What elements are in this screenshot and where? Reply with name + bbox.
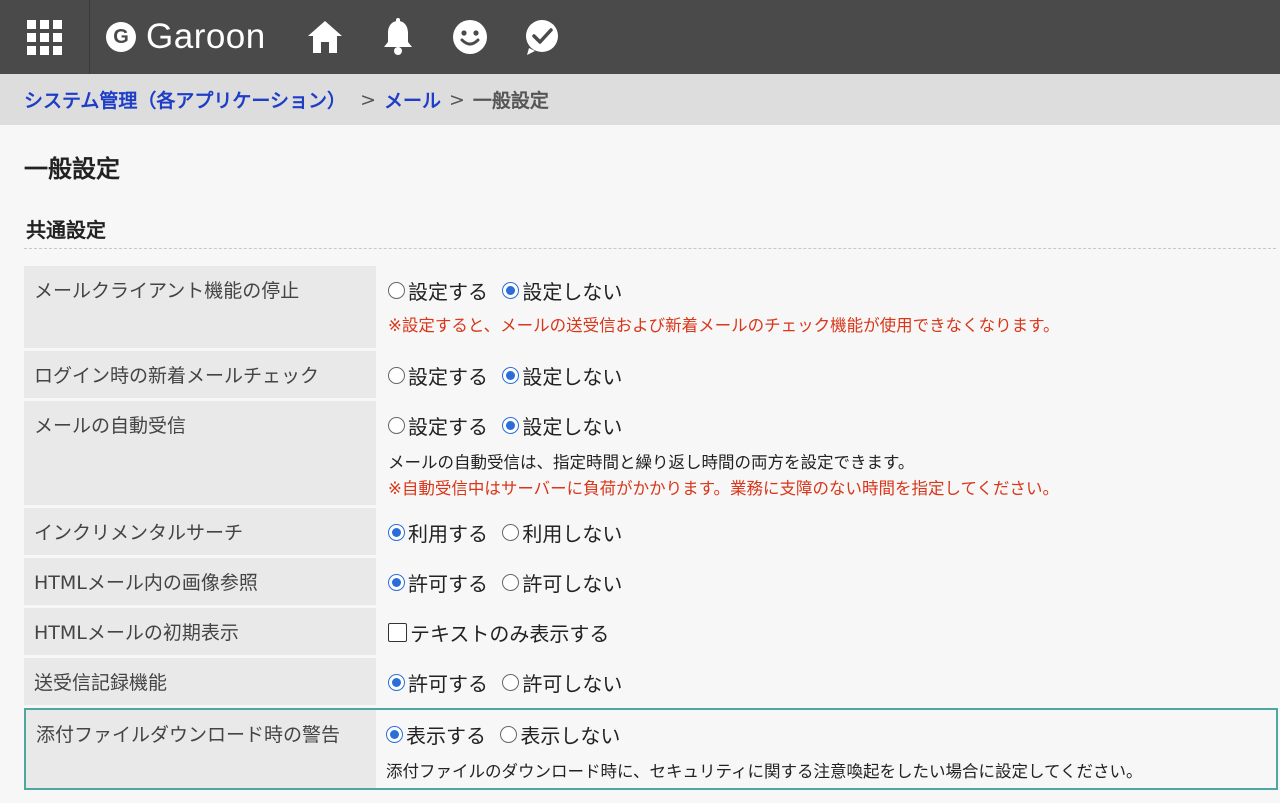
- setting-row-login-check: ログイン時の新着メールチェック 設定する 設定しない: [24, 351, 1278, 398]
- radio-button[interactable]: [502, 282, 520, 299]
- breadcrumb-current: 一般設定: [472, 90, 549, 112]
- radio-option-enable[interactable]: 設定する: [388, 361, 488, 390]
- setting-value: 利用する 利用しない: [376, 508, 1278, 555]
- warning-note: ※自動受信中はサーバーに負荷がかかります。業務に支障のない時間を指定してください…: [388, 479, 1060, 498]
- setting-label: 添付ファイルダウンロード時の警告: [26, 710, 376, 788]
- setting-label: HTMLメール内の画像参照: [24, 558, 376, 605]
- top-bar: G Garoon: [0, 0, 1280, 74]
- breadcrumb-separator: >: [449, 88, 465, 111]
- radio-button[interactable]: [502, 674, 520, 691]
- setting-label: 送受信記録機能: [24, 658, 376, 705]
- radio-option-deny[interactable]: 許可しない: [502, 568, 622, 597]
- radio-button[interactable]: [502, 417, 520, 434]
- radio-option-enable[interactable]: 設定する: [388, 411, 488, 440]
- breadcrumb-link-system-admin[interactable]: システム管理（各アプリケーション）: [24, 86, 346, 113]
- breadcrumb-separator: >: [360, 88, 376, 111]
- text-only-checkbox-option[interactable]: テキストのみ表示する: [388, 618, 609, 647]
- checkbox[interactable]: [388, 623, 407, 642]
- setting-row-incremental-search: インクリメンタルサーチ 利用する 利用しない: [24, 508, 1278, 555]
- radio-option-allow[interactable]: 許可する: [388, 668, 488, 697]
- setting-row-html-images: HTMLメール内の画像参照 許可する 許可しない: [24, 558, 1278, 605]
- section-divider: [24, 248, 1276, 249]
- radio-button[interactable]: [500, 726, 518, 743]
- radio-label: 許可する: [408, 672, 488, 696]
- settings-table: メールクライアント機能の停止 設定する 設定しない ※設定すると、メールの送受信…: [24, 266, 1278, 793]
- radio-label: 設定しない: [522, 280, 623, 304]
- radio-button[interactable]: [502, 367, 520, 384]
- radio-option-enable[interactable]: 設定する: [388, 276, 488, 305]
- radio-button[interactable]: [388, 524, 405, 541]
- logo-text: Garoon: [146, 17, 266, 56]
- setting-value: 許可する 許可しない: [376, 558, 1278, 605]
- radio-label: 設定する: [408, 365, 488, 389]
- help-note: メールの自動受信は、指定時間と繰り返し時間の両方を設定できます。: [388, 453, 915, 472]
- setting-row-client-stop: メールクライアント機能の停止 設定する 設定しない ※設定すると、メールの送受信…: [24, 266, 1278, 348]
- radio-option-deny[interactable]: 許可しない: [502, 668, 622, 697]
- radio-button[interactable]: [388, 674, 405, 691]
- setting-label: メールクライアント機能の停止: [24, 266, 376, 348]
- warning-note: ※設定すると、メールの送受信および新着メールのチェック機能が使用できなくなります…: [388, 316, 1060, 335]
- radio-label: 設定する: [408, 280, 488, 304]
- radio-label: 許可しない: [522, 672, 623, 696]
- setting-label: HTMLメールの初期表示: [24, 608, 376, 655]
- radio-button[interactable]: [502, 574, 520, 591]
- help-note: 添付ファイルのダウンロード時に、セキュリティに関する注意喚起をしたい場合に設定し…: [386, 762, 1143, 781]
- garoon-logo[interactable]: G Garoon: [106, 17, 266, 56]
- breadcrumb: システム管理（各アプリケーション） > メール > 一般設定: [0, 74, 1280, 125]
- radio-option-allow[interactable]: 許可する: [388, 568, 488, 597]
- radio-label: 表示しない: [520, 724, 621, 748]
- setting-value: テキストのみ表示する: [376, 608, 1278, 655]
- setting-value: 設定する 設定しない メールの自動受信は、指定時間と繰り返し時間の両方を設定でき…: [376, 401, 1278, 505]
- page-title: 一般設定: [24, 155, 120, 183]
- check-bubble-icon[interactable]: [522, 17, 562, 57]
- radio-button[interactable]: [502, 524, 520, 541]
- setting-value: 設定する 設定しない ※設定すると、メールの送受信および新着メールのチェック機能…: [376, 266, 1278, 348]
- radio-button[interactable]: [388, 417, 405, 434]
- radio-option-use[interactable]: 利用する: [388, 518, 488, 547]
- setting-label: メールの自動受信: [24, 401, 376, 505]
- setting-value: 許可する 許可しない: [376, 658, 1278, 705]
- radio-button[interactable]: [388, 574, 405, 591]
- setting-row-auto-receive: メールの自動受信 設定する 設定しない メールの自動受信は、指定時間と繰り返し時…: [24, 401, 1278, 505]
- logo-mark: G: [106, 22, 136, 52]
- radio-option-disable[interactable]: 設定しない: [502, 411, 622, 440]
- radio-option-disable[interactable]: 設定しない: [502, 361, 622, 390]
- setting-value: 設定する 設定しない: [376, 351, 1278, 398]
- breadcrumb-link-mail[interactable]: メール: [384, 86, 441, 113]
- radio-label: 利用する: [408, 522, 488, 546]
- apps-grid-icon[interactable]: [0, 0, 90, 74]
- radio-label: 表示する: [406, 724, 486, 748]
- setting-row-attachment-warning: 添付ファイルダウンロード時の警告 表示する 表示しない 添付ファイルのダウンロー…: [24, 708, 1278, 790]
- radio-button[interactable]: [388, 367, 405, 384]
- radio-button[interactable]: [386, 726, 403, 743]
- setting-value: 表示する 表示しない 添付ファイルのダウンロード時に、セキュリティに関する注意喚…: [376, 710, 1276, 788]
- setting-row-send-receive-log: 送受信記録機能 許可する 許可しない: [24, 658, 1278, 705]
- radio-label: 許可する: [408, 572, 488, 596]
- radio-label: 許可しない: [522, 572, 623, 596]
- radio-option-disable[interactable]: 設定しない: [502, 276, 622, 305]
- setting-label: ログイン時の新着メールチェック: [24, 351, 376, 398]
- smiley-icon[interactable]: [450, 17, 490, 57]
- radio-label: 利用しない: [522, 522, 623, 546]
- radio-option-hide[interactable]: 表示しない: [500, 720, 620, 749]
- radio-button[interactable]: [388, 282, 405, 299]
- radio-option-show[interactable]: 表示する: [386, 720, 486, 749]
- section-title: 共通設定: [26, 218, 106, 242]
- home-icon[interactable]: [305, 17, 345, 57]
- radio-label: 設定しない: [522, 365, 623, 389]
- radio-option-not-use[interactable]: 利用しない: [502, 518, 622, 547]
- radio-label: 設定する: [408, 415, 488, 439]
- setting-row-html-default-view: HTMLメールの初期表示 テキストのみ表示する: [24, 608, 1278, 655]
- radio-label: 設定しない: [522, 415, 623, 439]
- checkbox-label: テキストのみ表示する: [410, 622, 610, 646]
- setting-label: インクリメンタルサーチ: [24, 508, 376, 555]
- bell-icon[interactable]: [378, 17, 418, 57]
